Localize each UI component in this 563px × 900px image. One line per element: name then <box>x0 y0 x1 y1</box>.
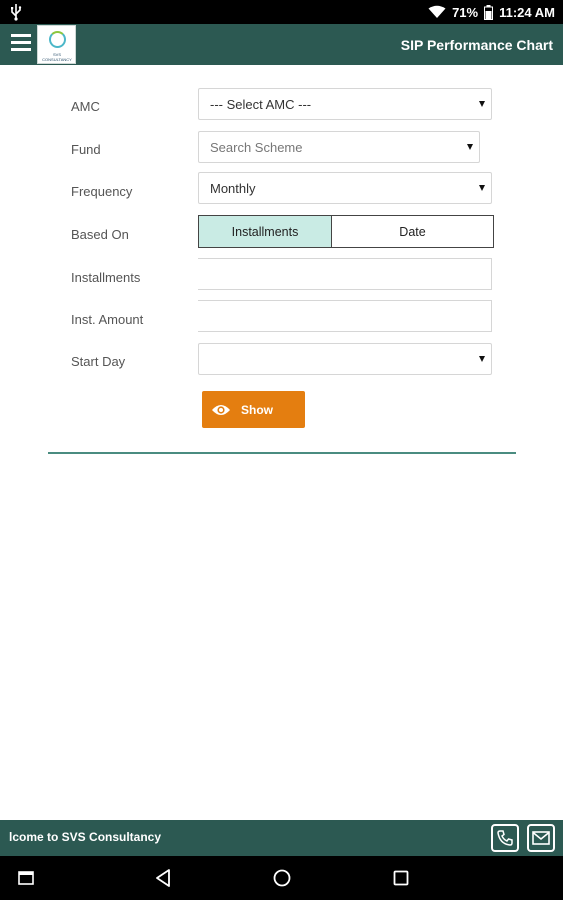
show-button[interactable]: Show <box>202 391 305 428</box>
fund-search-select[interactable]: Search Scheme <box>198 131 480 163</box>
divider <box>48 452 516 454</box>
status-bar: 71% 11:24 AM <box>0 0 563 24</box>
phone-icon <box>497 830 513 846</box>
battery-icon <box>484 4 494 20</box>
chevron-down-icon <box>479 101 485 107</box>
amc-select[interactable]: --- Select AMC --- <box>198 88 492 120</box>
installments-option[interactable]: Installments <box>199 216 332 247</box>
menu-icon[interactable] <box>11 34 31 54</box>
chevron-down-icon <box>479 356 485 362</box>
inst-amount-input[interactable] <box>198 300 492 332</box>
screenshot-icon[interactable] <box>18 871 34 885</box>
based-on-label: Based On <box>71 227 129 242</box>
system-nav-bar <box>0 856 563 900</box>
installments-input[interactable] <box>198 258 492 290</box>
start-day-select[interactable] <box>198 343 492 375</box>
date-option[interactable]: Date <box>332 216 493 247</box>
app-bar: SVS CONSULTANCY SIP Performance Chart <box>0 24 563 65</box>
inst-amount-label: Inst. Amount <box>71 312 144 327</box>
logo: SVS CONSULTANCY <box>37 25 76 64</box>
welcome-marquee: lcome to SVS Consultancy <box>9 830 162 844</box>
start-day-label: Start Day <box>71 354 126 369</box>
phone-button[interactable] <box>491 824 519 852</box>
amc-select-value: --- Select AMC --- <box>210 96 312 112</box>
installments-label: Installments <box>71 270 141 285</box>
mail-icon <box>532 831 550 845</box>
chevron-down-icon <box>479 185 485 191</box>
mail-button[interactable] <box>527 824 555 852</box>
frequency-select-value: Monthly <box>210 180 256 196</box>
frequency-select[interactable]: Monthly <box>198 172 492 204</box>
wifi-icon <box>428 5 446 18</box>
eye-icon <box>212 404 230 415</box>
recents-icon[interactable] <box>393 870 409 886</box>
footer-bar: lcome to SVS Consultancy <box>0 820 563 856</box>
page-title: SIP Performance Chart <box>400 37 553 53</box>
amc-label: AMC <box>71 99 100 114</box>
chevron-down-icon <box>467 144 473 150</box>
based-on-toggle: Installments Date <box>198 215 494 248</box>
show-button-label: Show <box>241 402 273 417</box>
home-icon[interactable] <box>273 869 291 887</box>
usb-icon <box>11 4 22 21</box>
logo-text: SVS CONSULTANCY <box>42 52 72 62</box>
battery-percent: 71% <box>452 4 479 20</box>
frequency-label: Frequency <box>71 184 133 199</box>
fund-search-placeholder: Search Scheme <box>210 139 303 155</box>
fund-label: Fund <box>71 142 101 157</box>
back-icon[interactable] <box>155 869 171 887</box>
clock: 11:24 AM <box>499 4 555 20</box>
